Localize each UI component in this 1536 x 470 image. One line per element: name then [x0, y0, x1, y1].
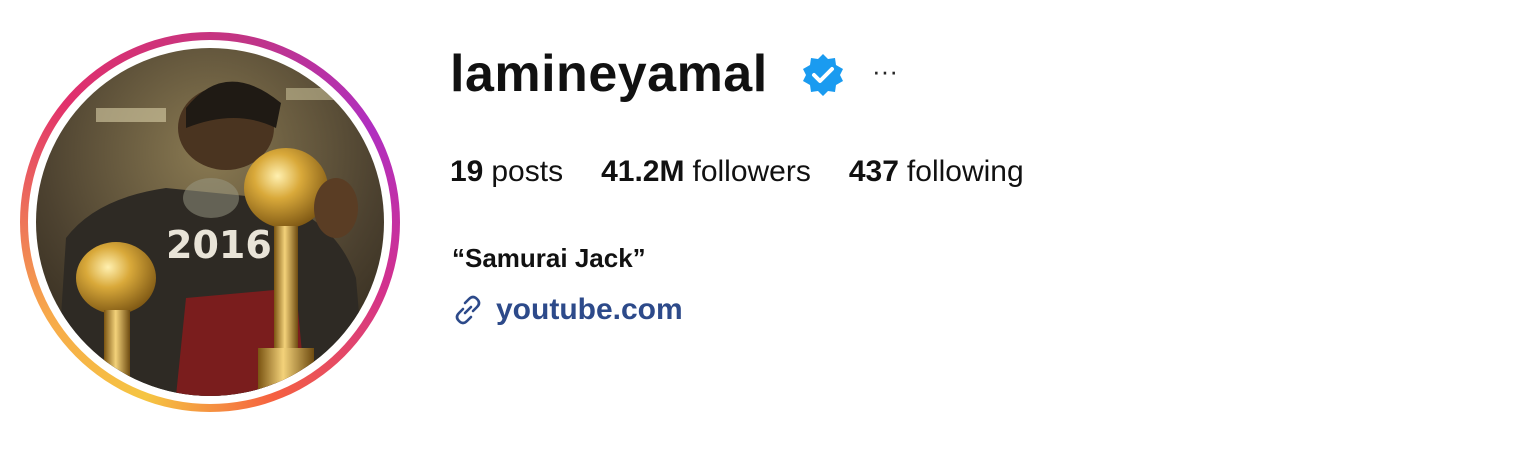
story-ring[interactable]: 2016	[20, 32, 400, 412]
stat-value: 437	[848, 155, 899, 188]
following-count[interactable]: 437 following	[849, 152, 1024, 192]
more-options-icon[interactable]: ···	[870, 56, 900, 86]
link-icon	[455, 295, 481, 325]
posts-count[interactable]: 19 posts	[450, 152, 563, 192]
profile-link[interactable]: youtube.com	[450, 290, 683, 330]
svg-text:2016: 2016	[166, 223, 272, 267]
stat-label: following	[906, 155, 1024, 188]
stat-value: 41.2M	[601, 155, 685, 188]
stat-label: posts	[491, 155, 564, 188]
stat-value: 19	[450, 155, 484, 188]
avatar[interactable]: 2016	[36, 48, 384, 396]
followers-count[interactable]: 41.2M followers	[601, 152, 811, 192]
profile-username: lamineyamal	[450, 45, 768, 103]
verified-badge-icon	[803, 54, 843, 96]
stat-label: followers	[692, 155, 811, 188]
avatar-border: 2016	[28, 40, 392, 404]
link-text[interactable]: youtube.com	[496, 290, 683, 330]
profile-bio: “Samurai Jack”	[452, 243, 646, 273]
profile-stats: 19 posts 41.2M followers 437 following	[450, 152, 1024, 192]
profile-photo-image: 2016	[36, 48, 384, 396]
